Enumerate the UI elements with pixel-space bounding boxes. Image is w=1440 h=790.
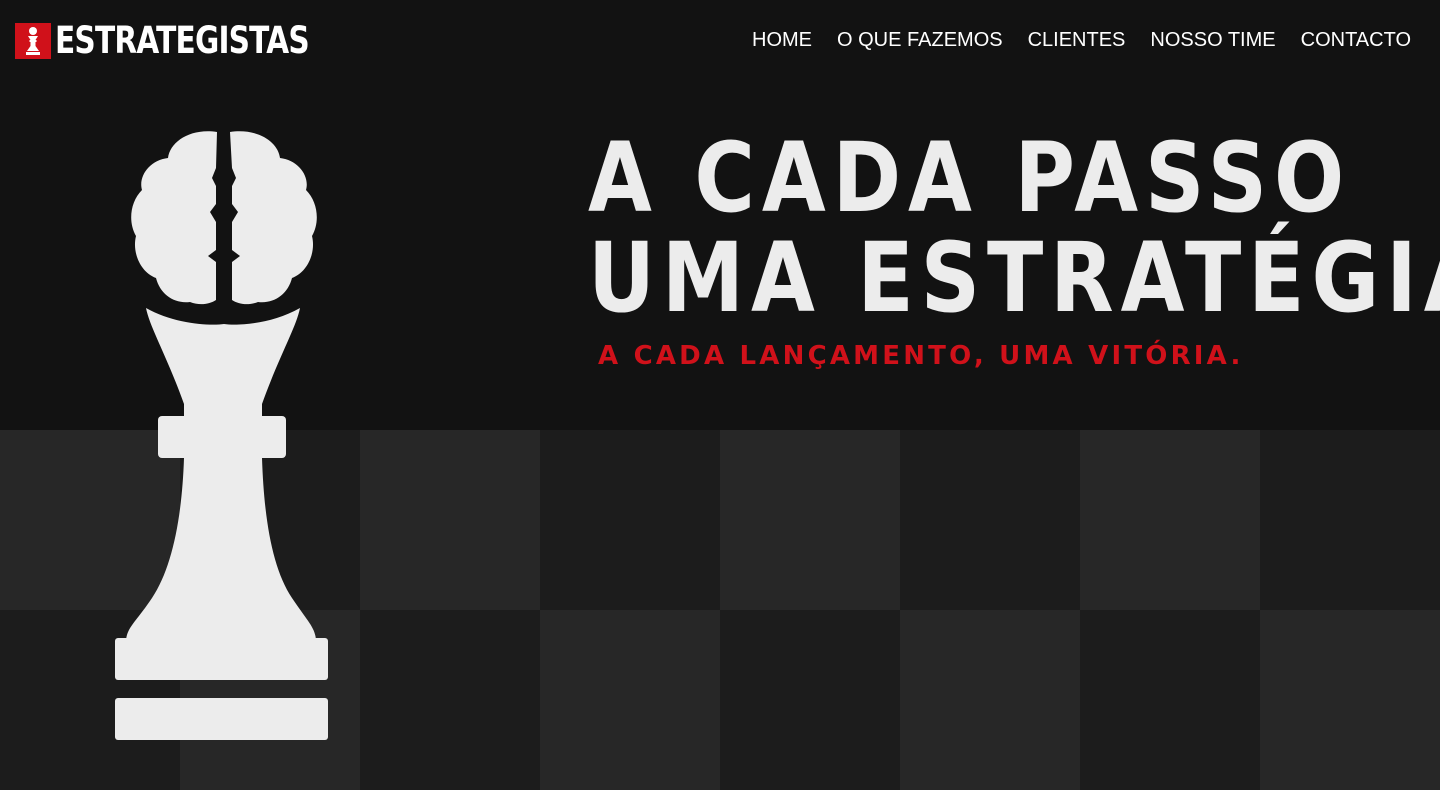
- board-square: [1080, 430, 1260, 610]
- logo-text: ESTRATEGISTAS: [55, 19, 310, 62]
- board-square: [900, 610, 1080, 790]
- board-square: [720, 430, 900, 610]
- board-square: [1260, 610, 1440, 790]
- board-square: [900, 430, 1080, 610]
- board-square: [540, 430, 720, 610]
- main-nav: HOME O QUE FAZEMOS CLIENTES NOSSO TIME C…: [752, 28, 1411, 52]
- hero-title-line-1: A CADA PASSO: [588, 122, 1352, 234]
- nav-nosso-time[interactable]: NOSSO TIME: [1150, 28, 1275, 52]
- nav-contacto[interactable]: CONTACTO: [1301, 28, 1411, 52]
- nav-home[interactable]: HOME: [752, 28, 812, 52]
- board-square: [540, 610, 720, 790]
- chess-piece-icon: [15, 23, 51, 59]
- page: ESTRATEGISTAS HOME O QUE FAZEMOS CLIENTE…: [0, 0, 1440, 790]
- hero-title-line-2: UMA ESTRATÉGIA: [588, 222, 1440, 334]
- board-square: [360, 610, 540, 790]
- board-square: [720, 610, 900, 790]
- brain-chess-pawn-icon: [115, 131, 328, 740]
- board-square: [1080, 610, 1260, 790]
- site-logo[interactable]: ESTRATEGISTAS: [15, 22, 372, 60]
- board-square: [1260, 430, 1440, 610]
- hero-title: A CADA PASSO UMA ESTRATÉGIA: [588, 128, 1440, 328]
- hero-subtitle: A CADA LANÇAMENTO, UMA VITÓRIA.: [598, 341, 1244, 371]
- nav-o-que-fazemos[interactable]: O QUE FAZEMOS: [837, 28, 1003, 52]
- nav-clientes[interactable]: CLIENTES: [1028, 28, 1126, 52]
- board-square: [360, 430, 540, 610]
